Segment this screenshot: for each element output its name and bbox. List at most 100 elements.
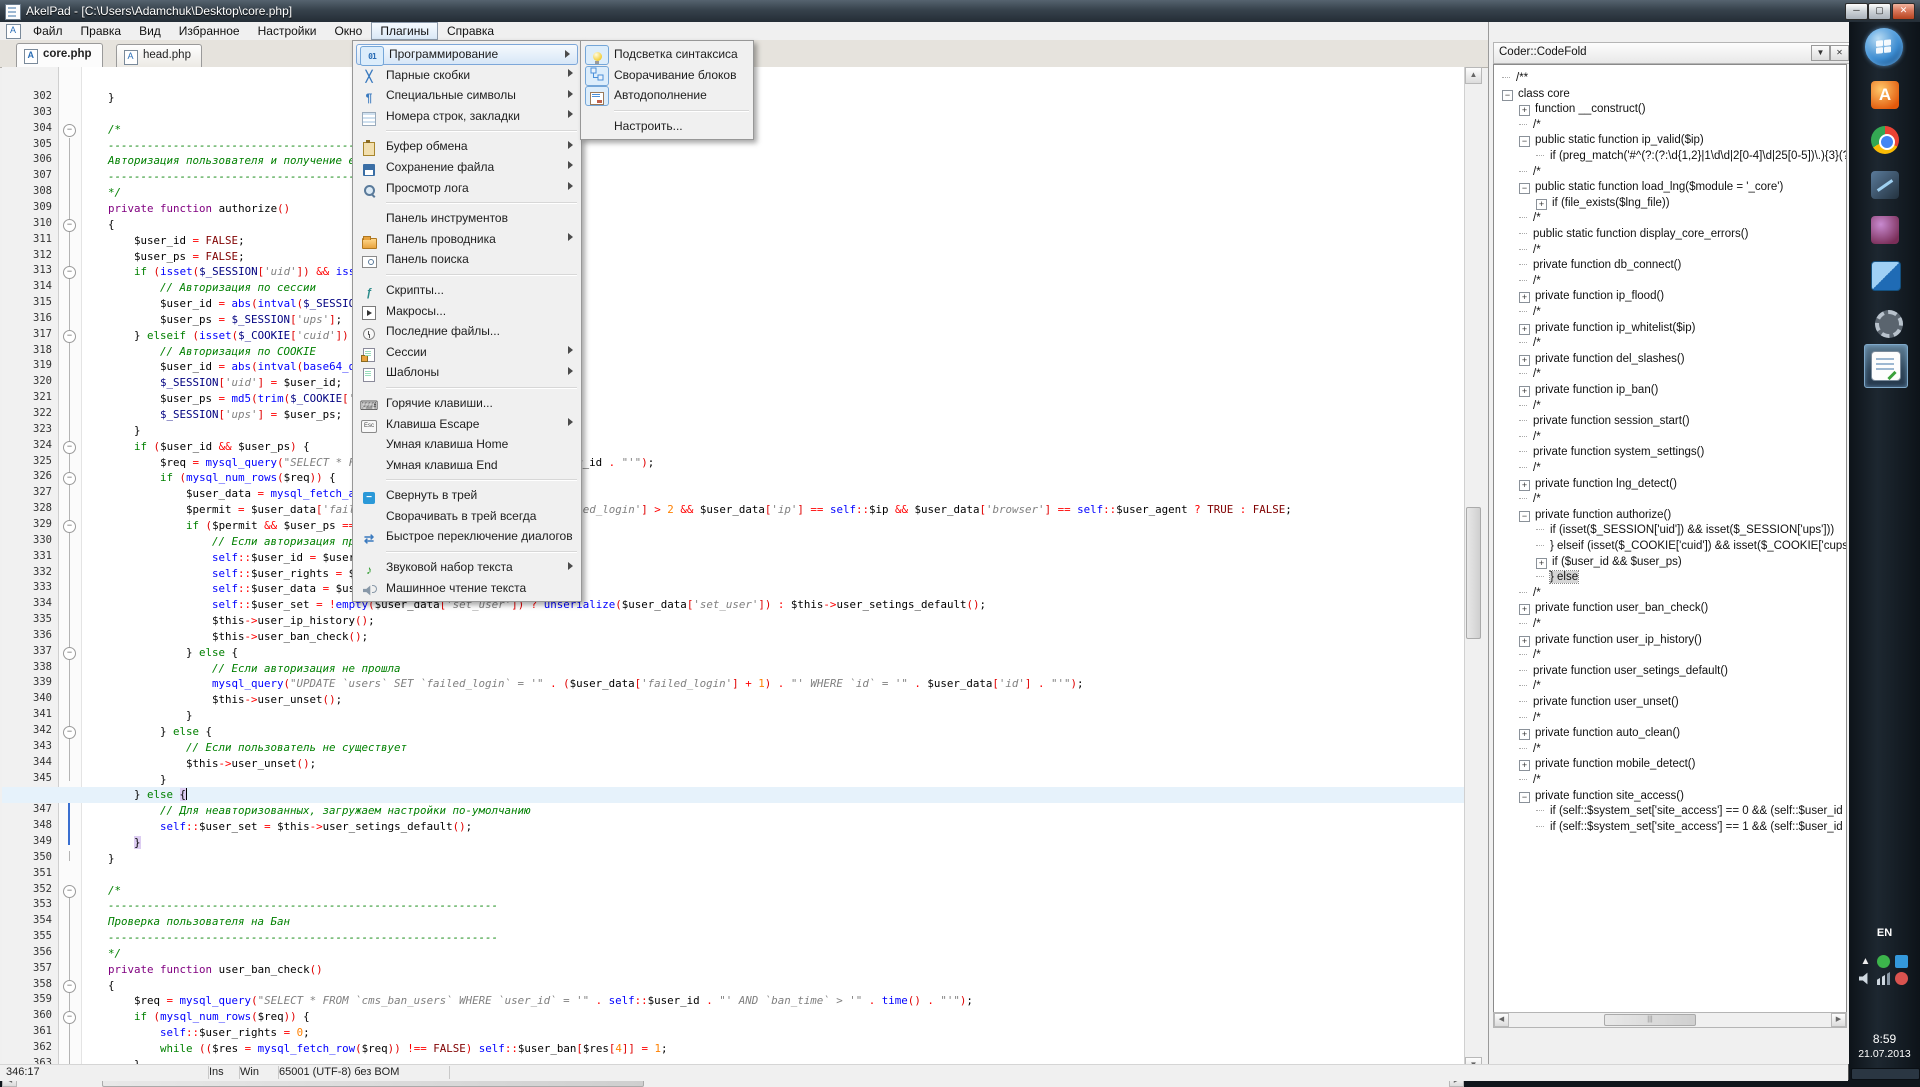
codefold-item[interactable]: } elseif (isset($_COOKIE['cuid']) && iss… (1536, 539, 1847, 555)
plugins-menu-item-сохранение-файла[interactable]: Сохранение файла (354, 157, 580, 178)
code-line[interactable]: $user_ps = md5(trim($_COOKIE['cups'])); (2, 391, 1464, 407)
codefold-item[interactable]: /* (1519, 617, 1541, 633)
clock-time[interactable]: 8:59 (1849, 1032, 1920, 1046)
tree-collapse-icon[interactable]: − (1519, 136, 1530, 147)
code-line[interactable]: $_SESSION['ups'] = $user_ps; (2, 407, 1464, 423)
codefold-item[interactable]: if (preg_match('#^(?:(?:\d{1,2}|1\d\d|2[… (1536, 149, 1847, 165)
plugins-menu-item-умная-клавиша-end[interactable]: Умная клавиша End (354, 455, 580, 476)
code-line[interactable]: self::$user_rights = $user_data['rights'… (2, 566, 1464, 582)
codefold-item[interactable]: −private function authorize() (1519, 508, 1671, 524)
code-line[interactable]: $this->user_ban_check(); (2, 629, 1464, 645)
code-line[interactable]: $req = mysql_query("SELECT * FROM `users… (2, 455, 1464, 471)
codefold-item[interactable]: /* (1519, 492, 1541, 508)
cf-scroll-thumb[interactable]: ||| (1604, 1014, 1696, 1026)
code-line[interactable]: // Авторизация по сессии (2, 280, 1464, 296)
codefold-item[interactable]: +if ($user_id && $user_ps) (1536, 555, 1682, 571)
code-line[interactable]: ----------------------------------------… (2, 169, 1464, 185)
plugins-menu-item-панель-проводника[interactable]: Панель проводника (354, 229, 580, 250)
taskbar-app-slate[interactable] (1864, 164, 1906, 206)
language-indicator[interactable]: EN (1849, 927, 1920, 939)
codefold-item[interactable]: +private function ip_ban() (1519, 383, 1658, 399)
code-line[interactable]: } (2, 835, 1464, 851)
codefold-item[interactable]: private function db_connect() (1519, 258, 1681, 274)
code-line[interactable]: } elseif (isset($_COOKIE['cuid']) && iss… (2, 328, 1464, 344)
plugins-menu-item-шаблоны[interactable]: Шаблоны (354, 362, 580, 383)
code-text-area[interactable]: } /* -----------------------------------… (82, 67, 1462, 1074)
codefold-item[interactable]: +if (file_exists($lng_file)) (1536, 196, 1670, 212)
taskbar-app-gear[interactable] (1864, 299, 1906, 341)
codefold-item[interactable]: +private function user_ban_check() (1519, 601, 1708, 617)
code-line[interactable]: /* (2, 883, 1464, 899)
codefold-item[interactable]: /* (1519, 586, 1541, 602)
menubar-item-Плагины[interactable]: Плагины (371, 22, 438, 40)
tree-expand-icon[interactable]: + (1519, 105, 1530, 116)
tree-expand-icon[interactable]: + (1519, 636, 1530, 647)
code-line[interactable]: $permit = $user_data['failed_login'] == … (2, 502, 1464, 518)
codefold-item[interactable]: public static function display_core_erro… (1519, 227, 1748, 243)
codefold-item[interactable]: /* (1519, 118, 1541, 134)
code-line[interactable]: // Авторизация по COOKIE (2, 344, 1464, 360)
codefold-item[interactable]: /* (1519, 461, 1541, 477)
codefold-item[interactable]: −private function site_access() (1519, 789, 1684, 805)
code-line[interactable]: if (mysql_num_rows($req)) { (2, 1009, 1464, 1025)
menubar-item-Избранное[interactable]: Избранное (170, 22, 249, 40)
code-line[interactable]: // Если авторизация не прошла (2, 661, 1464, 677)
plugins-menu-item-свернуть-в-трей[interactable]: −Свернуть в трей (354, 485, 580, 506)
codefold-item[interactable]: private function session_start() (1519, 414, 1690, 430)
code-line[interactable]: self::$user_id = $user_data['id']; (2, 550, 1464, 566)
codefold-item[interactable]: /* (1519, 211, 1541, 227)
plugins-menu-item-последние-файлы-[interactable]: Последние файлы... (354, 321, 580, 342)
menubar-item-Вид[interactable]: Вид (130, 22, 170, 40)
vertical-scroll-thumb[interactable] (1466, 507, 1481, 639)
menubar-item-Окно[interactable]: Окно (325, 22, 371, 40)
code-line[interactable]: Авторизация пользователя и получение его… (2, 153, 1464, 169)
tree-expand-icon[interactable]: + (1519, 729, 1530, 740)
programming-submenu-item-подсветка-синтаксиса[interactable]: Подсветка синтаксиса (582, 44, 752, 65)
close-button[interactable]: ✕ (1892, 3, 1915, 20)
plugins-menu-item-парные-скобки[interactable]: ╳Парные скобки (354, 65, 580, 86)
code-line[interactable]: } (2, 423, 1464, 439)
scroll-up-icon[interactable]: ▲ (1465, 67, 1482, 84)
code-line[interactable]: } else { (2, 787, 1464, 803)
tree-expand-icon[interactable]: + (1519, 604, 1530, 615)
code-line[interactable]: self::$user_set = $this->user_setings_de… (2, 819, 1464, 835)
codefold-header[interactable]: Coder::CodeFold ▼ ✕ (1493, 42, 1852, 64)
code-line[interactable]: { (2, 978, 1464, 994)
codefold-item[interactable]: /* (1519, 305, 1541, 321)
plugins-menu-item-панель-инструментов[interactable]: Панель инструментов (354, 208, 580, 229)
codefold-scrollbar[interactable]: ◀ ▶ ||| (1493, 1012, 1847, 1028)
tray-blue-icon[interactable] (1895, 955, 1908, 968)
codefold-item[interactable]: /* (1519, 430, 1541, 446)
codefold-item[interactable]: if (isset($_SESSION['uid']) && isset($_S… (1536, 523, 1834, 539)
codefold-item[interactable]: +private function lng_detect() (1519, 477, 1677, 493)
taskbar-app-violet[interactable] (1864, 209, 1906, 251)
menubar-item-Справка[interactable]: Справка (438, 22, 503, 40)
code-line[interactable]: { (2, 217, 1464, 233)
codefold-item[interactable]: /* (1519, 399, 1541, 415)
mdi-document-icon[interactable] (6, 24, 21, 39)
codefold-item[interactable]: if (self::$system_set['site_access'] == … (1536, 820, 1847, 836)
code-line[interactable]: $this->user_unset(); (2, 692, 1464, 708)
codefold-close-icon[interactable]: ✕ (1830, 45, 1849, 61)
codefold-item[interactable]: /* (1519, 165, 1541, 181)
plugins-menu-item-сворачивать-в-трей-всегда[interactable]: Сворачивать в трей всегда (354, 506, 580, 527)
code-line[interactable]: Проверка пользователя на Бан (2, 914, 1464, 930)
codefold-item[interactable]: /* (1519, 274, 1541, 290)
code-line[interactable]: // Для неавторизованных, загружаем настр… (2, 803, 1464, 819)
plugins-menu-item-панель-поиска[interactable]: Панель поиска (354, 249, 580, 270)
taskbar-app-akelpad[interactable] (1864, 344, 1908, 388)
codefold-item[interactable]: /* (1519, 336, 1541, 352)
code-line[interactable]: $req = mysql_query("SELECT * FROM `cms_b… (2, 993, 1464, 1009)
minimize-button[interactable]: ─ (1845, 3, 1868, 20)
code-line[interactable]: $user_id = abs(intval(base64_decode($_CO… (2, 359, 1464, 375)
codefold-item[interactable]: private function user_setings_default() (1519, 664, 1728, 680)
tray-red-icon[interactable] (1895, 972, 1908, 985)
codefold-item[interactable]: } else (1536, 570, 1578, 586)
code-line[interactable]: $user_data = mysql_fetch_assoc($req); (2, 486, 1464, 502)
codefold-item[interactable]: /* (1519, 679, 1541, 695)
tree-collapse-icon[interactable]: − (1519, 511, 1530, 522)
codefold-item[interactable]: /* (1519, 367, 1541, 383)
code-line[interactable]: } (2, 851, 1464, 867)
codefold-item[interactable]: /** (1502, 71, 1528, 87)
code-line[interactable]: */ (2, 185, 1464, 201)
